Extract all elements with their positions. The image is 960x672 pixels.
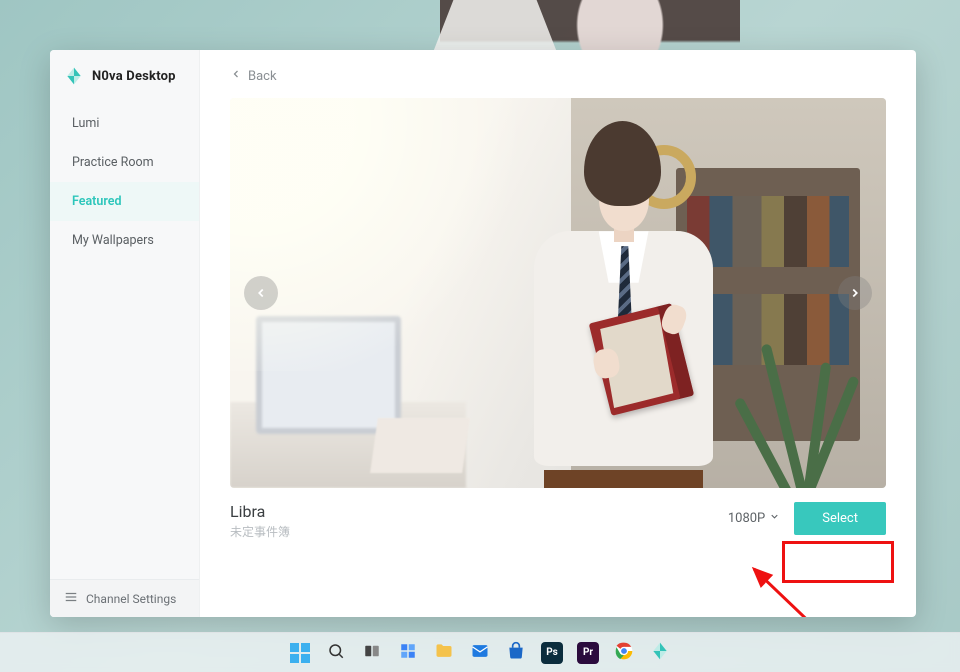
taskbar-start-button[interactable]: [285, 638, 315, 668]
taskbar-mail-button[interactable]: [465, 638, 495, 668]
carousel-next-button[interactable]: [838, 276, 872, 310]
scene-monitor: [256, 316, 400, 433]
resolution-value: 1080P: [728, 511, 765, 526]
wallpaper-titles: Libra 未定事件簿: [230, 502, 290, 540]
taskbar-photoshop-button[interactable]: Ps: [537, 638, 567, 668]
taskbar: Ps Pr: [0, 632, 960, 672]
search-icon: [327, 642, 345, 664]
brand-name: N0va Desktop: [92, 69, 176, 84]
annotation-highlight-box: [782, 541, 894, 583]
select-button[interactable]: Select: [794, 502, 886, 535]
chevron-down-icon: [769, 511, 780, 526]
widgets-icon: [399, 642, 417, 664]
taskbar-n0va-button[interactable]: [645, 638, 675, 668]
wallpaper-preview: [230, 98, 886, 488]
store-icon: [506, 641, 526, 665]
scene-papers: [370, 418, 470, 473]
sidebar-item-lumi[interactable]: Lumi: [50, 104, 199, 143]
sidebar-item-label: Lumi: [72, 116, 99, 131]
mail-icon: [470, 641, 490, 665]
taskbar-explorer-button[interactable]: [429, 638, 459, 668]
brand: N0va Desktop: [50, 50, 199, 104]
wallpaper-info-bar: Libra 未定事件簿 1080P Select: [230, 502, 886, 540]
taskbar-store-button[interactable]: [501, 638, 531, 668]
wallpaper-title: Libra: [230, 502, 290, 521]
sidebar-item-label: Featured: [72, 194, 122, 209]
annotation-arrow-icon: [712, 559, 832, 617]
menu-icon: [64, 590, 78, 607]
taskbar-premiere-button[interactable]: Pr: [573, 638, 603, 668]
chrome-icon: [614, 641, 634, 665]
sidebar-item-label: Practice Room: [72, 155, 154, 170]
task-view-icon: [363, 642, 381, 664]
channel-settings-label: Channel Settings: [86, 592, 176, 606]
sidebar: N0va Desktop Lumi Practice Room Featured…: [50, 50, 200, 617]
taskbar-chrome-button[interactable]: [609, 638, 639, 668]
brand-logo-icon: [64, 66, 84, 86]
sidebar-nav: Lumi Practice Room Featured My Wallpaper…: [50, 104, 199, 260]
main-content: Back: [200, 50, 916, 617]
sidebar-item-featured[interactable]: Featured: [50, 182, 199, 221]
folder-icon: [434, 641, 454, 665]
sidebar-item-my-wallpapers[interactable]: My Wallpapers: [50, 221, 199, 260]
app-window: N0va Desktop Lumi Practice Room Featured…: [50, 50, 916, 617]
scene-character: [499, 121, 748, 488]
premiere-icon: Pr: [577, 642, 599, 664]
sidebar-item-label: My Wallpapers: [72, 233, 154, 248]
chevron-left-icon: [230, 68, 242, 84]
taskbar-search-button[interactable]: [321, 638, 351, 668]
wallpaper-controls: 1080P Select: [728, 502, 886, 535]
taskbar-widgets-button[interactable]: [393, 638, 423, 668]
n0va-icon: [650, 641, 670, 665]
back-label: Back: [248, 69, 277, 84]
windows-logo-icon: [290, 643, 310, 663]
resolution-dropdown[interactable]: 1080P: [728, 511, 780, 526]
sidebar-item-practice-room[interactable]: Practice Room: [50, 143, 199, 182]
taskbar-task-view-button[interactable]: [357, 638, 387, 668]
carousel-prev-button[interactable]: [244, 276, 278, 310]
channel-settings-button[interactable]: Channel Settings: [50, 579, 199, 617]
back-button[interactable]: Back: [230, 68, 277, 84]
wallpaper-subtitle: 未定事件簿: [230, 523, 290, 540]
select-button-label: Select: [822, 511, 858, 526]
photoshop-icon: Ps: [541, 642, 563, 664]
